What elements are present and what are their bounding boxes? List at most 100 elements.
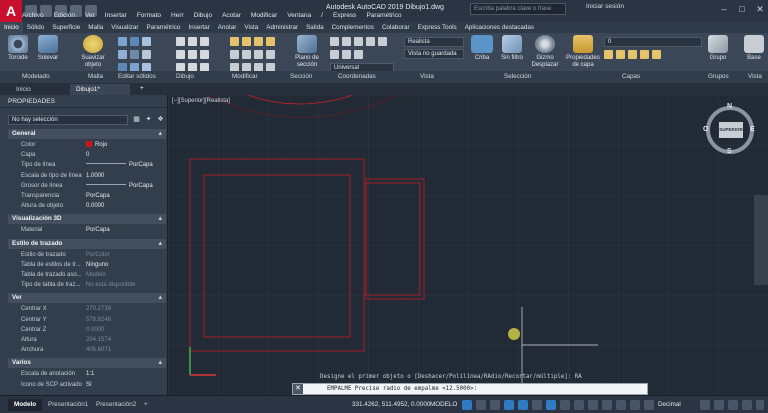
visual-style-dropdown[interactable]: Realista bbox=[404, 37, 464, 47]
menu-item[interactable]: Insertar bbox=[105, 12, 127, 22]
menu-item[interactable]: Ver bbox=[85, 12, 95, 22]
ucs-x-icon[interactable] bbox=[330, 50, 339, 59]
menu-item[interactable]: Formato bbox=[137, 12, 161, 22]
app-menu-button[interactable]: A bbox=[0, 0, 22, 22]
stretch-icon[interactable] bbox=[266, 50, 275, 59]
ribbon-panel-label[interactable]: Malla bbox=[88, 73, 103, 80]
line-icon[interactable] bbox=[176, 37, 185, 46]
viewport-controls-label[interactable]: [−][Superior][Realista] bbox=[172, 98, 230, 104]
subtract-icon[interactable] bbox=[130, 37, 139, 46]
ribbon-tab[interactable]: Express Tools bbox=[414, 22, 461, 33]
menu-item[interactable]: / bbox=[321, 12, 323, 22]
ucs-object-icon[interactable] bbox=[354, 37, 363, 46]
model-space-toggle[interactable]: MODELO bbox=[430, 401, 457, 408]
properties-section-header[interactable]: General ▴ bbox=[8, 129, 166, 139]
menu-item[interactable]: Dibujo bbox=[194, 12, 212, 22]
toggle-pickadd-icon[interactable]: ▦ bbox=[132, 115, 141, 124]
isolate-objects-icon[interactable] bbox=[728, 400, 738, 410]
close-button[interactable]: ✕ bbox=[752, 2, 768, 16]
coordinates-display[interactable]: 331.4262, 511.4952, 0.0000 bbox=[352, 401, 430, 408]
menu-item[interactable]: Edición bbox=[54, 12, 75, 22]
ucs-world-icon[interactable] bbox=[342, 37, 351, 46]
ribbon-tab[interactable]: Superficie bbox=[48, 22, 84, 33]
layer-icon-5[interactable] bbox=[652, 50, 661, 59]
property-row[interactable]: Estilo de trazado PorColor bbox=[8, 250, 166, 260]
property-row[interactable]: Icono de SCP activado Sí bbox=[8, 380, 166, 390]
union-icon[interactable] bbox=[118, 37, 127, 46]
property-row[interactable]: Centrar Z 0.0000 bbox=[8, 325, 166, 335]
property-row[interactable]: Escala de anotación 1:1 bbox=[8, 369, 166, 379]
ribbon-tab[interactable]: Salida bbox=[302, 22, 328, 33]
workspace-icon[interactable] bbox=[644, 400, 654, 410]
ribbon-tab[interactable]: Inicio bbox=[0, 22, 23, 33]
ribbon-tab[interactable]: Insertar bbox=[184, 22, 213, 33]
close-icon[interactable]: ✕ bbox=[293, 384, 303, 394]
collapse-icon[interactable]: ▴ bbox=[158, 129, 162, 139]
base-view-button[interactable]: Base bbox=[742, 35, 766, 62]
mirror-icon[interactable] bbox=[230, 50, 239, 59]
ucs-z-icon[interactable] bbox=[354, 50, 363, 59]
compass-east[interactable]: E bbox=[750, 126, 755, 133]
compass-south[interactable]: S bbox=[727, 148, 732, 155]
select-objects-icon[interactable]: ✦ bbox=[144, 115, 153, 124]
properties-section-header[interactable]: Ver ▴ bbox=[8, 293, 166, 304]
new-tab-button[interactable]: + bbox=[134, 83, 150, 94]
3d-osnap-icon[interactable] bbox=[616, 400, 626, 410]
drawing-canvas[interactable]: [−][Superior][Realista] SUPERIOR N S E O bbox=[168, 95, 768, 395]
property-row[interactable]: Centrar Y 578.8246 bbox=[8, 315, 166, 325]
menu-item[interactable]: Archivo bbox=[22, 12, 44, 22]
fillet-icon[interactable] bbox=[242, 50, 251, 59]
ribbon-panel-label[interactable]: Grupos bbox=[708, 73, 729, 80]
rotate-icon[interactable] bbox=[242, 37, 251, 46]
ribbon-tab[interactable]: Aplicaciones destacadas bbox=[461, 22, 538, 33]
object-snap-icon[interactable] bbox=[560, 400, 570, 410]
layout-tab-model[interactable]: Modelo bbox=[8, 399, 43, 411]
group-button[interactable]: Grupo bbox=[706, 35, 730, 62]
ribbon-panel-label[interactable]: Coordenadas bbox=[338, 73, 376, 80]
customization-icon[interactable] bbox=[756, 400, 764, 410]
rectangle-icon[interactable] bbox=[188, 50, 197, 59]
property-row[interactable]: Tipo de tabla de traz... No está disponib… bbox=[8, 280, 166, 290]
arc-icon[interactable] bbox=[176, 50, 185, 59]
ribbon-tab[interactable]: Sólido bbox=[23, 22, 49, 33]
file-tab-start[interactable]: Inicio bbox=[10, 84, 37, 95]
property-row[interactable]: Tipo de línea PorCapa bbox=[8, 160, 166, 170]
object-snap-tracking-icon[interactable] bbox=[546, 400, 556, 410]
ucs-view-icon[interactable] bbox=[378, 37, 387, 46]
ribbon-tab[interactable]: Administrar bbox=[262, 22, 302, 33]
move-gizmo-button[interactable]: Gizmo Desplazar bbox=[530, 35, 560, 69]
ucs-face-icon[interactable] bbox=[366, 37, 375, 46]
add-layout-button[interactable]: + bbox=[138, 399, 154, 411]
named-view-dropdown[interactable]: Vista no guardada bbox=[404, 49, 464, 59]
extrude-faces-icon[interactable] bbox=[118, 50, 127, 59]
grid-icon[interactable] bbox=[462, 400, 472, 410]
thicken-icon[interactable] bbox=[142, 50, 151, 59]
menu-item[interactable]: Acotar bbox=[222, 12, 241, 22]
ribbon-panel-label[interactable]: Editar sólidos bbox=[118, 73, 156, 80]
ribbon-panel-label[interactable]: Vista bbox=[420, 73, 434, 80]
collapse-icon[interactable]: ▴ bbox=[158, 358, 162, 368]
loft-button[interactable]: Solevar bbox=[34, 35, 62, 62]
menu-item[interactable]: Paramétrico bbox=[366, 12, 401, 22]
circle-icon[interactable] bbox=[200, 37, 209, 46]
menu-item[interactable]: Express bbox=[333, 12, 356, 22]
ucs-icon[interactable] bbox=[330, 37, 339, 46]
minimize-button[interactable]: – bbox=[716, 2, 732, 16]
property-row[interactable]: Altura 204.1574 bbox=[8, 335, 166, 345]
slice-icon[interactable] bbox=[130, 50, 139, 59]
property-row[interactable]: Capa 0 bbox=[8, 150, 166, 160]
ribbon-tab[interactable]: Anotar bbox=[214, 22, 241, 33]
collapse-icon[interactable]: ▴ bbox=[158, 293, 162, 303]
annotation-scale-icon[interactable] bbox=[630, 400, 640, 410]
property-row[interactable]: Centrar X 270.2739 bbox=[8, 304, 166, 314]
properties-section-header[interactable]: Visualización 3D ▴ bbox=[8, 214, 166, 225]
navigation-bar[interactable] bbox=[754, 195, 768, 285]
ucs-y-icon[interactable] bbox=[342, 50, 351, 59]
snap-icon[interactable] bbox=[476, 400, 486, 410]
property-row[interactable]: Altura de objeto 0.0000 bbox=[8, 201, 166, 211]
collapse-icon[interactable]: ▴ bbox=[158, 214, 162, 224]
property-row[interactable]: Material PorCapa bbox=[8, 225, 166, 235]
ortho-icon[interactable] bbox=[504, 400, 514, 410]
trim-icon[interactable] bbox=[254, 37, 263, 46]
smooth-object-button[interactable]: Suavizar objeto bbox=[76, 35, 110, 69]
